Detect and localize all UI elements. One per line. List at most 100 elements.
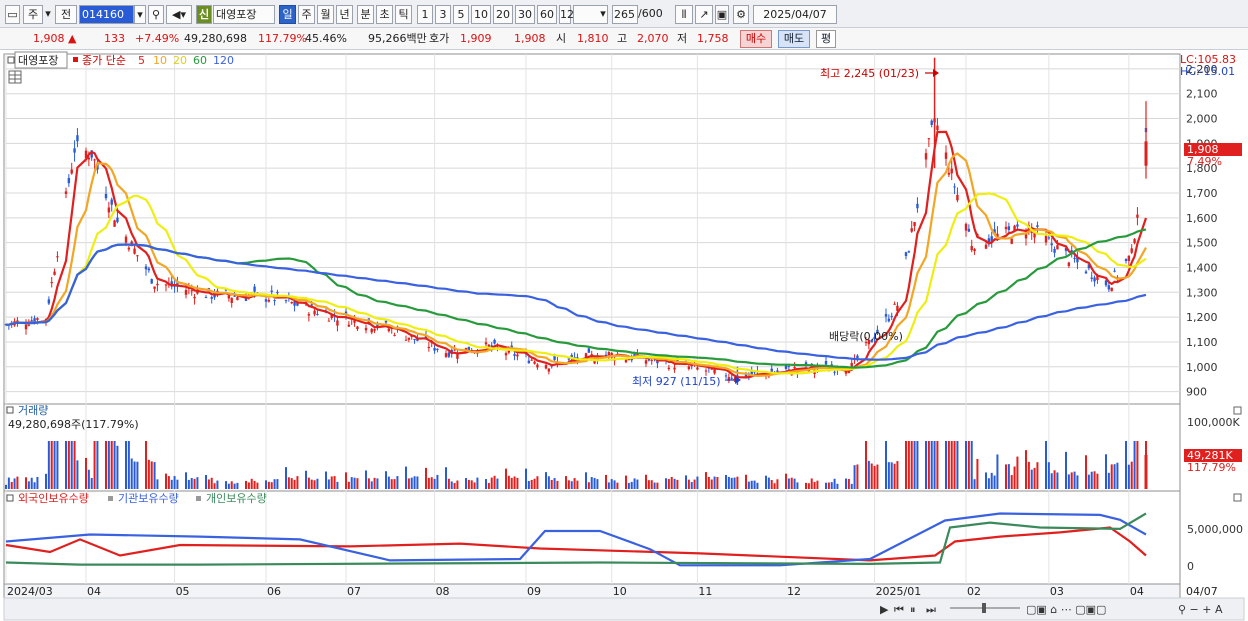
- period-tab-tick[interactable]: 틱: [395, 5, 412, 24]
- volume-bar: [225, 481, 227, 489]
- volume-bar: [636, 479, 639, 489]
- volume-bar: [613, 480, 616, 489]
- volume-bar: [996, 454, 999, 489]
- volume-bar: [973, 479, 976, 489]
- candle-body: [307, 314, 311, 316]
- volume-bar: [285, 467, 287, 489]
- buy-button[interactable]: 매수: [740, 30, 772, 48]
- period-tab-second[interactable]: 초: [376, 5, 393, 24]
- turnover-rate: 45.46%: [305, 32, 347, 45]
- mode-select-2[interactable]: 전: [55, 5, 77, 24]
- volume-bar: [990, 472, 993, 489]
- candle-body: [884, 314, 888, 317]
- search-icon[interactable]: ⚲: [148, 5, 164, 24]
- stock-name-field[interactable]: 대영포장: [213, 5, 275, 24]
- volume-bar: [1016, 456, 1019, 489]
- interval-20[interactable]: 20: [493, 5, 513, 24]
- last-candle-body: [1144, 141, 1148, 166]
- last-volume-bar: [1144, 455, 1148, 489]
- chevron-down-icon[interactable]: ▾: [45, 5, 51, 24]
- volume-bar: [1007, 464, 1010, 489]
- volume-bar: [547, 476, 550, 489]
- code-dropdown-icon[interactable]: ▾: [134, 5, 146, 24]
- interval-10[interactable]: 10: [471, 5, 491, 24]
- volume-bar: [1090, 471, 1093, 489]
- volume-bar: [476, 477, 479, 489]
- period-tab-month[interactable]: 월: [317, 5, 334, 24]
- volume-bar: [150, 461, 153, 489]
- volume-bar: [736, 476, 739, 489]
- volume-bar: [956, 441, 959, 489]
- holdings-close-icon[interactable]: [1233, 493, 1242, 502]
- interval-5[interactable]: 5: [453, 5, 469, 24]
- volume-bar: [936, 441, 939, 489]
- volume-bar: [567, 480, 570, 489]
- volume-bar: [87, 469, 90, 489]
- volume-bar: [396, 476, 399, 489]
- menu-icon[interactable]: ▭: [5, 5, 20, 24]
- candle-body: [793, 366, 796, 368]
- interval-30[interactable]: 30: [515, 5, 535, 24]
- pause-icon[interactable]: ⏸: [910, 603, 916, 616]
- volume-bar: [730, 477, 733, 489]
- period-tab-year[interactable]: 년: [336, 5, 353, 24]
- count-input[interactable]: 265: [612, 5, 638, 24]
- volume-bar: [893, 463, 896, 489]
- scroll-right-icon[interactable]: ▶: [880, 603, 889, 616]
- volume-bar: [327, 479, 330, 489]
- volume-bar: [1127, 464, 1130, 489]
- candle-body: [347, 324, 351, 327]
- interval-3[interactable]: 3: [435, 5, 451, 24]
- candle-body: [964, 223, 968, 231]
- low-annotation: 최저 927 (11/15): [632, 375, 721, 388]
- candle-body: [427, 346, 431, 348]
- date-input[interactable]: 2025/04/07: [753, 5, 837, 24]
- volume-bar: [185, 472, 187, 489]
- interval-120[interactable]: 120: [559, 5, 581, 24]
- volume-bar: [1093, 471, 1096, 489]
- volume-bar: [785, 473, 787, 489]
- gear-icon[interactable]: ⚙: [733, 5, 749, 24]
- volume-bar: [1113, 464, 1116, 489]
- volume-bar: [427, 477, 430, 489]
- save-icon[interactable]: ▣: [715, 5, 729, 24]
- volume-bar: [705, 472, 707, 489]
- volume-bar: [407, 478, 410, 489]
- scroll-prev-icon[interactable]: ⏮: [894, 603, 904, 616]
- x-tick-label: 04: [1130, 585, 1144, 598]
- change-percent: +7.49%: [135, 32, 180, 45]
- candle-body: [1010, 238, 1013, 244]
- candle-body: [313, 310, 316, 315]
- speaker-icon[interactable]: ◀▾: [166, 5, 192, 24]
- y-tick-label: 1,000: [1186, 361, 1218, 374]
- interval-60[interactable]: 60: [537, 5, 557, 24]
- volume-bar: [887, 462, 890, 489]
- candle-icon[interactable]: ⫴: [675, 5, 693, 24]
- period-tab-week[interactable]: 주: [298, 5, 315, 24]
- volume-close-icon[interactable]: [1233, 406, 1242, 415]
- zoom-search-icon[interactable]: ⚲ − + A: [1178, 603, 1223, 616]
- scroll-next-icon[interactable]: ⏭: [926, 603, 936, 616]
- candle-body: [150, 279, 153, 284]
- interval-dropdown-icon[interactable]: ▾: [597, 5, 609, 24]
- candle-body: [270, 290, 273, 292]
- period-tab-minute[interactable]: 분: [357, 5, 374, 24]
- draw-line-icon[interactable]: ↗: [695, 5, 713, 24]
- eval-button[interactable]: 평: [816, 30, 836, 48]
- volume-bar: [50, 441, 53, 489]
- volume-bar: [670, 476, 673, 489]
- mode-select-1[interactable]: 주: [23, 5, 43, 24]
- interval-1[interactable]: 1: [417, 5, 433, 24]
- credit-badge: 신: [196, 5, 212, 24]
- x-tick-label: 2024/03: [7, 585, 53, 598]
- period-tab-day[interactable]: 일: [279, 5, 296, 24]
- sell-button[interactable]: 매도: [778, 30, 810, 48]
- zoom-slider-handle[interactable]: [982, 603, 986, 613]
- volume-bar: [890, 462, 893, 489]
- view-icons[interactable]: ▢▣ ⌂ ⋯ ▢▣▢: [1026, 603, 1106, 616]
- volume-bar: [905, 441, 907, 489]
- stock-code-input[interactable]: 014160: [79, 5, 134, 24]
- volume-bar: [813, 481, 816, 489]
- x-tick-label: 10: [613, 585, 627, 598]
- candle-body: [833, 371, 836, 373]
